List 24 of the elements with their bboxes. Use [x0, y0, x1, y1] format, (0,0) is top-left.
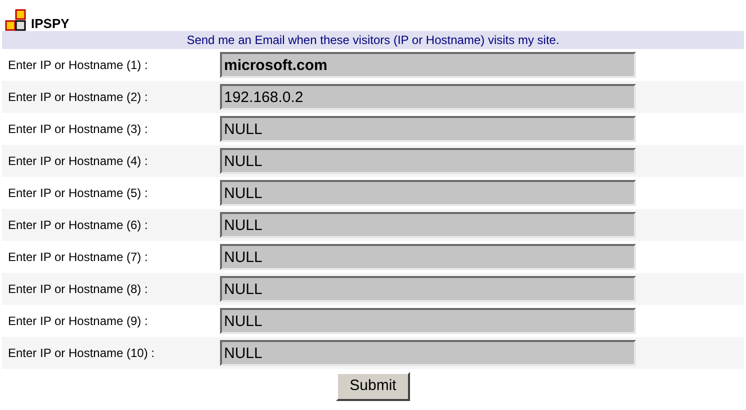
field-label: Enter IP or Hostname (6) :	[7, 217, 149, 234]
hostname-field[interactable]: microsoft.com	[220, 52, 636, 78]
field-label: Enter IP or Hostname (10) :	[7, 345, 156, 362]
field-label: Enter IP or Hostname (3) :	[7, 121, 149, 138]
field-label: Enter IP or Hostname (5) :	[7, 185, 149, 202]
field-label: Enter IP or Hostname (7) :	[7, 249, 149, 266]
app-title: IPSPY	[31, 17, 70, 30]
hostname-field[interactable]: 192.168.0.2	[220, 84, 636, 110]
field-label: Enter IP or Hostname (4) :	[7, 153, 149, 170]
hostname-field[interactable]: NULL	[220, 116, 636, 142]
hostname-field[interactable]: NULL	[220, 308, 636, 334]
logo-icon	[5, 9, 27, 31]
field-label: Enter IP or Hostname (2) :	[7, 89, 149, 106]
field-label: Enter IP or Hostname (8) :	[7, 281, 149, 298]
hostname-field[interactable]: NULL	[220, 276, 636, 302]
hostname-field[interactable]: NULL	[220, 148, 636, 174]
field-label: Enter IP or Hostname (9) :	[7, 313, 149, 330]
hostname-field[interactable]: NULL	[220, 180, 636, 206]
hostname-field[interactable]: NULL	[220, 340, 636, 366]
hostname-field[interactable]: NULL	[220, 244, 636, 270]
banner-text: Send me an Email when these visitors (IP or Hostname) visits my site.	[2, 31, 744, 49]
submit-button[interactable]: Submit	[336, 372, 410, 401]
field-label: Enter IP or Hostname (1) :	[7, 57, 149, 74]
hostname-field[interactable]: NULL	[220, 212, 636, 238]
